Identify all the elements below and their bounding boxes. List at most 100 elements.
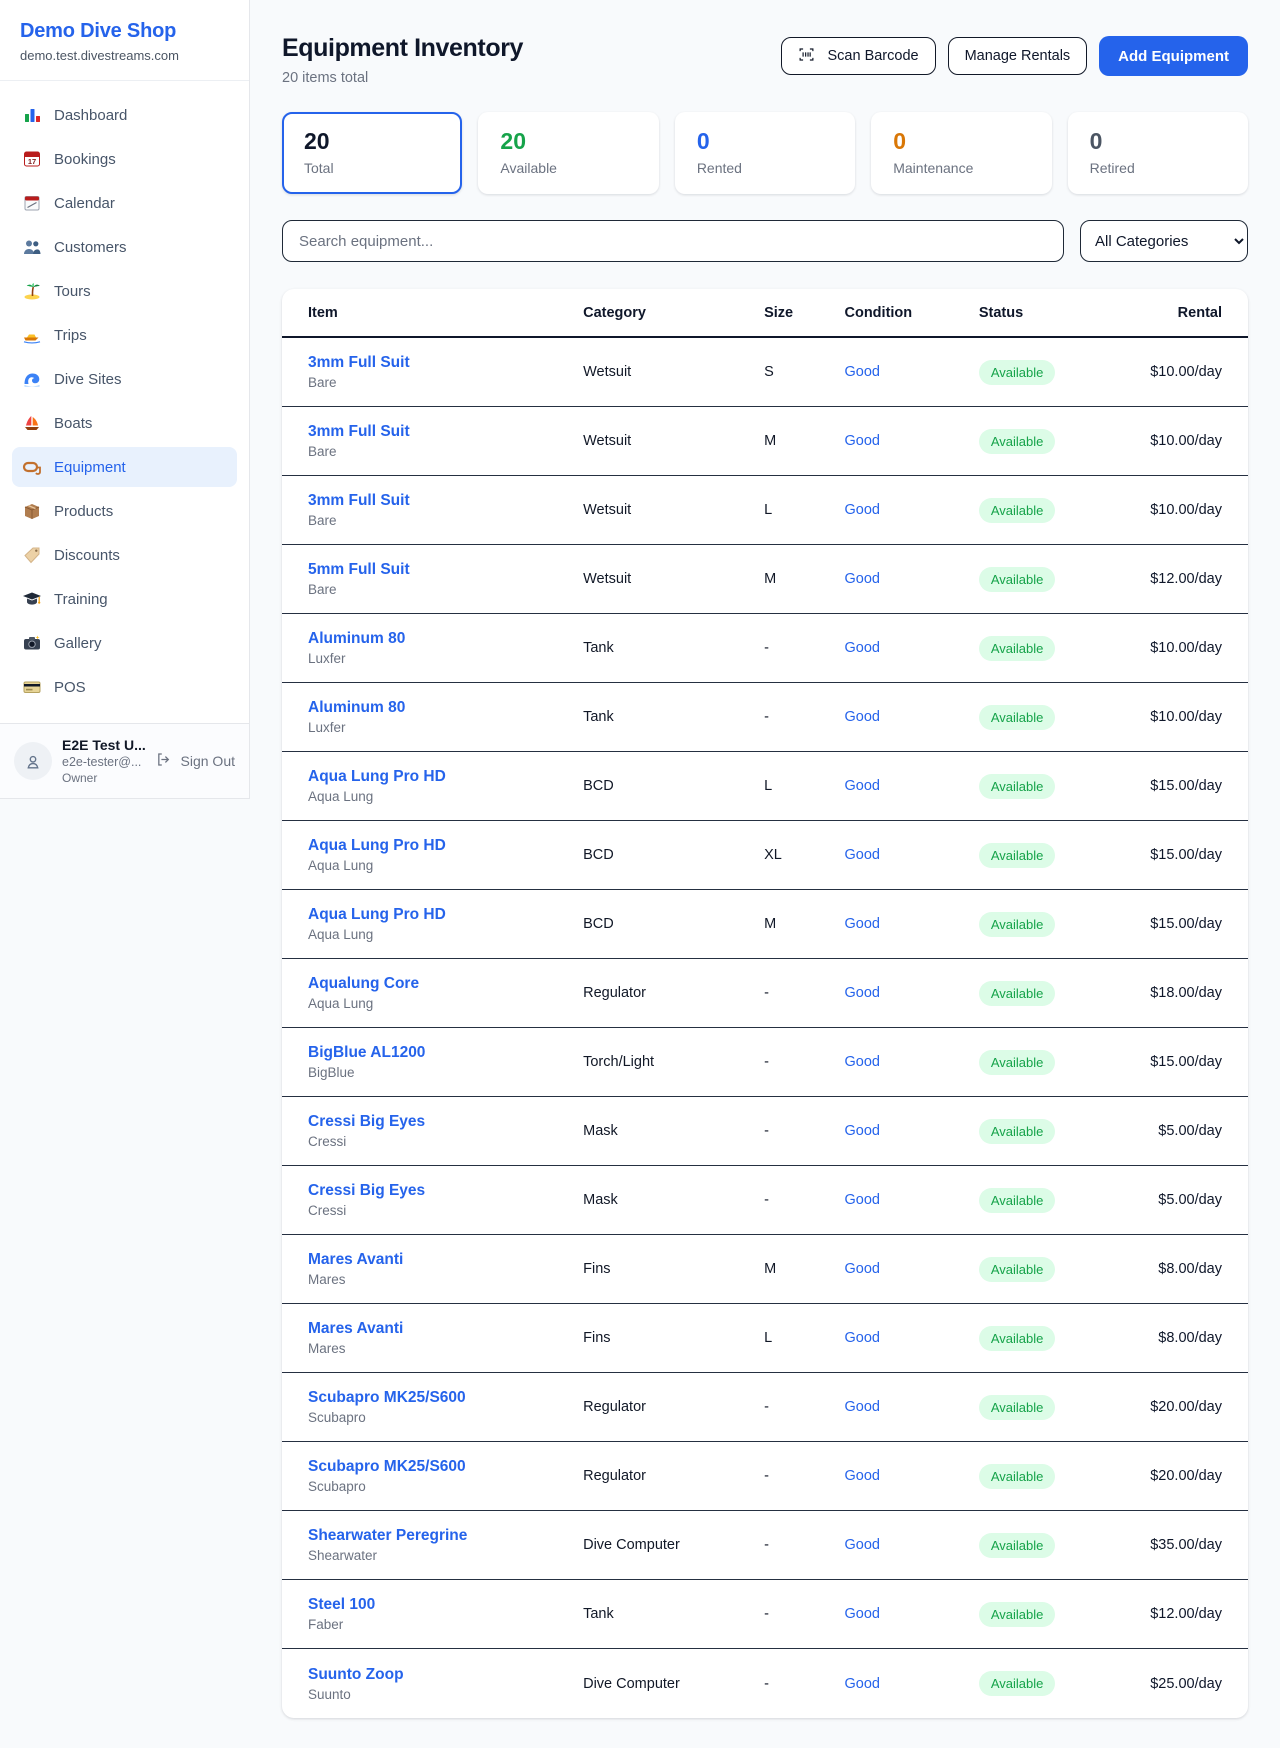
condition-link[interactable]: Good — [845, 1123, 979, 1139]
item-name-link[interactable]: Steel 100 — [308, 1596, 583, 1614]
item-brand: Bare — [308, 444, 583, 459]
condition-link[interactable]: Good — [845, 433, 979, 449]
stat-label: Total — [304, 160, 440, 176]
sidebar-item-dashboard[interactable]: Dashboard — [12, 95, 237, 135]
status-badge: Available — [979, 1188, 1056, 1213]
add-equipment-button[interactable]: Add Equipment — [1099, 36, 1248, 76]
manage-rentals-button[interactable]: Manage Rentals — [948, 37, 1088, 75]
condition-link[interactable]: Good — [845, 1606, 979, 1622]
item-name-link[interactable]: Aqua Lung Pro HD — [308, 906, 583, 924]
item-name-link[interactable]: 3mm Full Suit — [308, 423, 583, 441]
condition-link[interactable]: Good — [845, 502, 979, 518]
category-cell: Wetsuit — [583, 433, 764, 449]
category-cell: BCD — [583, 847, 764, 863]
sidebar-item-label: Gallery — [54, 635, 102, 652]
status-badge: Available — [979, 429, 1056, 454]
sidebar-item-customers[interactable]: Customers — [12, 227, 237, 267]
category-cell: Tank — [583, 709, 764, 725]
condition-link[interactable]: Good — [845, 1468, 979, 1484]
item-name-link[interactable]: Scubapro MK25/S600 — [308, 1458, 583, 1476]
item-cell: Mares Avanti Mares — [308, 1320, 583, 1356]
sidebar-item-bookings[interactable]: 17 Bookings — [12, 139, 237, 179]
page-title-block: Equipment Inventory 20 items total — [282, 34, 523, 86]
category-cell: Dive Computer — [583, 1676, 764, 1692]
item-name-link[interactable]: Cressi Big Eyes — [308, 1113, 583, 1131]
condition-link[interactable]: Good — [845, 1537, 979, 1553]
item-name-link[interactable]: 3mm Full Suit — [308, 492, 583, 510]
item-name-link[interactable]: Aluminum 80 — [308, 699, 583, 717]
item-name-link[interactable]: 3mm Full Suit — [308, 354, 583, 372]
sidebar-item-discounts[interactable]: Discounts — [12, 535, 237, 575]
manage-rentals-label: Manage Rentals — [965, 48, 1071, 64]
item-name-link[interactable]: 5mm Full Suit — [308, 561, 583, 579]
sidebar-item-equipment[interactable]: Equipment — [12, 447, 237, 487]
sign-out-button[interactable]: Sign Out — [155, 751, 235, 771]
item-name-link[interactable]: Aqua Lung Pro HD — [308, 768, 583, 786]
stat-card-maintenance[interactable]: 0 Maintenance — [871, 112, 1051, 194]
status-cell: Available — [979, 636, 1113, 661]
stat-card-total[interactable]: 20 Total — [282, 112, 462, 194]
item-brand: Scubapro — [308, 1410, 583, 1425]
table-row: Steel 100 Faber Tank - Good Available $1… — [282, 1580, 1248, 1649]
item-name-link[interactable]: Shearwater Peregrine — [308, 1527, 583, 1545]
condition-link[interactable]: Good — [845, 778, 979, 794]
stat-label: Available — [500, 160, 636, 176]
table-row: Scubapro MK25/S600 Scubapro Regulator - … — [282, 1442, 1248, 1511]
table-row: Aqua Lung Pro HD Aqua Lung BCD M Good Av… — [282, 890, 1248, 959]
stat-label: Rented — [697, 160, 833, 176]
sidebar-item-training[interactable]: Training — [12, 579, 237, 619]
stat-card-rented[interactable]: 0 Rented — [675, 112, 855, 194]
condition-link[interactable]: Good — [845, 916, 979, 932]
status-cell: Available — [979, 498, 1113, 523]
size-cell: M — [764, 571, 844, 587]
condition-link[interactable]: Good — [845, 640, 979, 656]
condition-link[interactable]: Good — [845, 1261, 979, 1277]
category-filter-select[interactable]: All Categories — [1080, 220, 1248, 262]
sidebar-item-trips[interactable]: Trips — [12, 315, 237, 355]
sidebar-item-products[interactable]: Products — [12, 491, 237, 531]
sidebar-item-tours[interactable]: Tours — [12, 271, 237, 311]
sidebar-item-pos[interactable]: POS — [12, 667, 237, 707]
stat-card-retired[interactable]: 0 Retired — [1068, 112, 1248, 194]
status-badge: Available — [979, 843, 1056, 868]
sidebar-item-label: Equipment — [54, 459, 126, 476]
rental-cell: $10.00/day — [1113, 433, 1222, 449]
sidebar-item-dive-sites[interactable]: Dive Sites — [12, 359, 237, 399]
sidebar-item-gallery[interactable]: Gallery — [12, 623, 237, 663]
category-cell: Regulator — [583, 1399, 764, 1415]
rental-cell: $12.00/day — [1113, 571, 1222, 587]
status-badge: Available — [979, 360, 1056, 385]
condition-link[interactable]: Good — [845, 985, 979, 1001]
item-name-link[interactable]: BigBlue AL1200 — [308, 1044, 583, 1062]
condition-link[interactable]: Good — [845, 1192, 979, 1208]
condition-link[interactable]: Good — [845, 1330, 979, 1346]
scan-barcode-button[interactable]: Scan Barcode — [781, 37, 935, 75]
filter-row: All Categories — [282, 220, 1248, 262]
discounts-icon — [22, 545, 42, 565]
condition-link[interactable]: Good — [845, 1054, 979, 1070]
item-name-link[interactable]: Aluminum 80 — [308, 630, 583, 648]
sidebar-item-label: Boats — [54, 415, 92, 432]
sidebar-item-calendar[interactable]: Calendar — [12, 183, 237, 223]
status-cell: Available — [979, 567, 1113, 592]
status-cell: Available — [979, 912, 1113, 937]
item-name-link[interactable]: Scubapro MK25/S600 — [308, 1389, 583, 1407]
condition-link[interactable]: Good — [845, 364, 979, 380]
stat-card-available[interactable]: 20 Available — [478, 112, 658, 194]
condition-link[interactable]: Good — [845, 1399, 979, 1415]
sidebar-item-label: Bookings — [54, 151, 116, 168]
item-name-link[interactable]: Mares Avanti — [308, 1320, 583, 1338]
item-name-link[interactable]: Cressi Big Eyes — [308, 1182, 583, 1200]
item-name-link[interactable]: Aqua Lung Pro HD — [308, 837, 583, 855]
search-input[interactable] — [282, 220, 1064, 262]
status-badge: Available — [979, 1464, 1056, 1489]
condition-link[interactable]: Good — [845, 1676, 979, 1692]
condition-link[interactable]: Good — [845, 571, 979, 587]
item-name-link[interactable]: Suunto Zoop — [308, 1666, 583, 1684]
item-name-link[interactable]: Aqualung Core — [308, 975, 583, 993]
sidebar-item-boats[interactable]: Boats — [12, 403, 237, 443]
status-badge: Available — [979, 981, 1056, 1006]
condition-link[interactable]: Good — [845, 847, 979, 863]
item-name-link[interactable]: Mares Avanti — [308, 1251, 583, 1269]
condition-link[interactable]: Good — [845, 709, 979, 725]
